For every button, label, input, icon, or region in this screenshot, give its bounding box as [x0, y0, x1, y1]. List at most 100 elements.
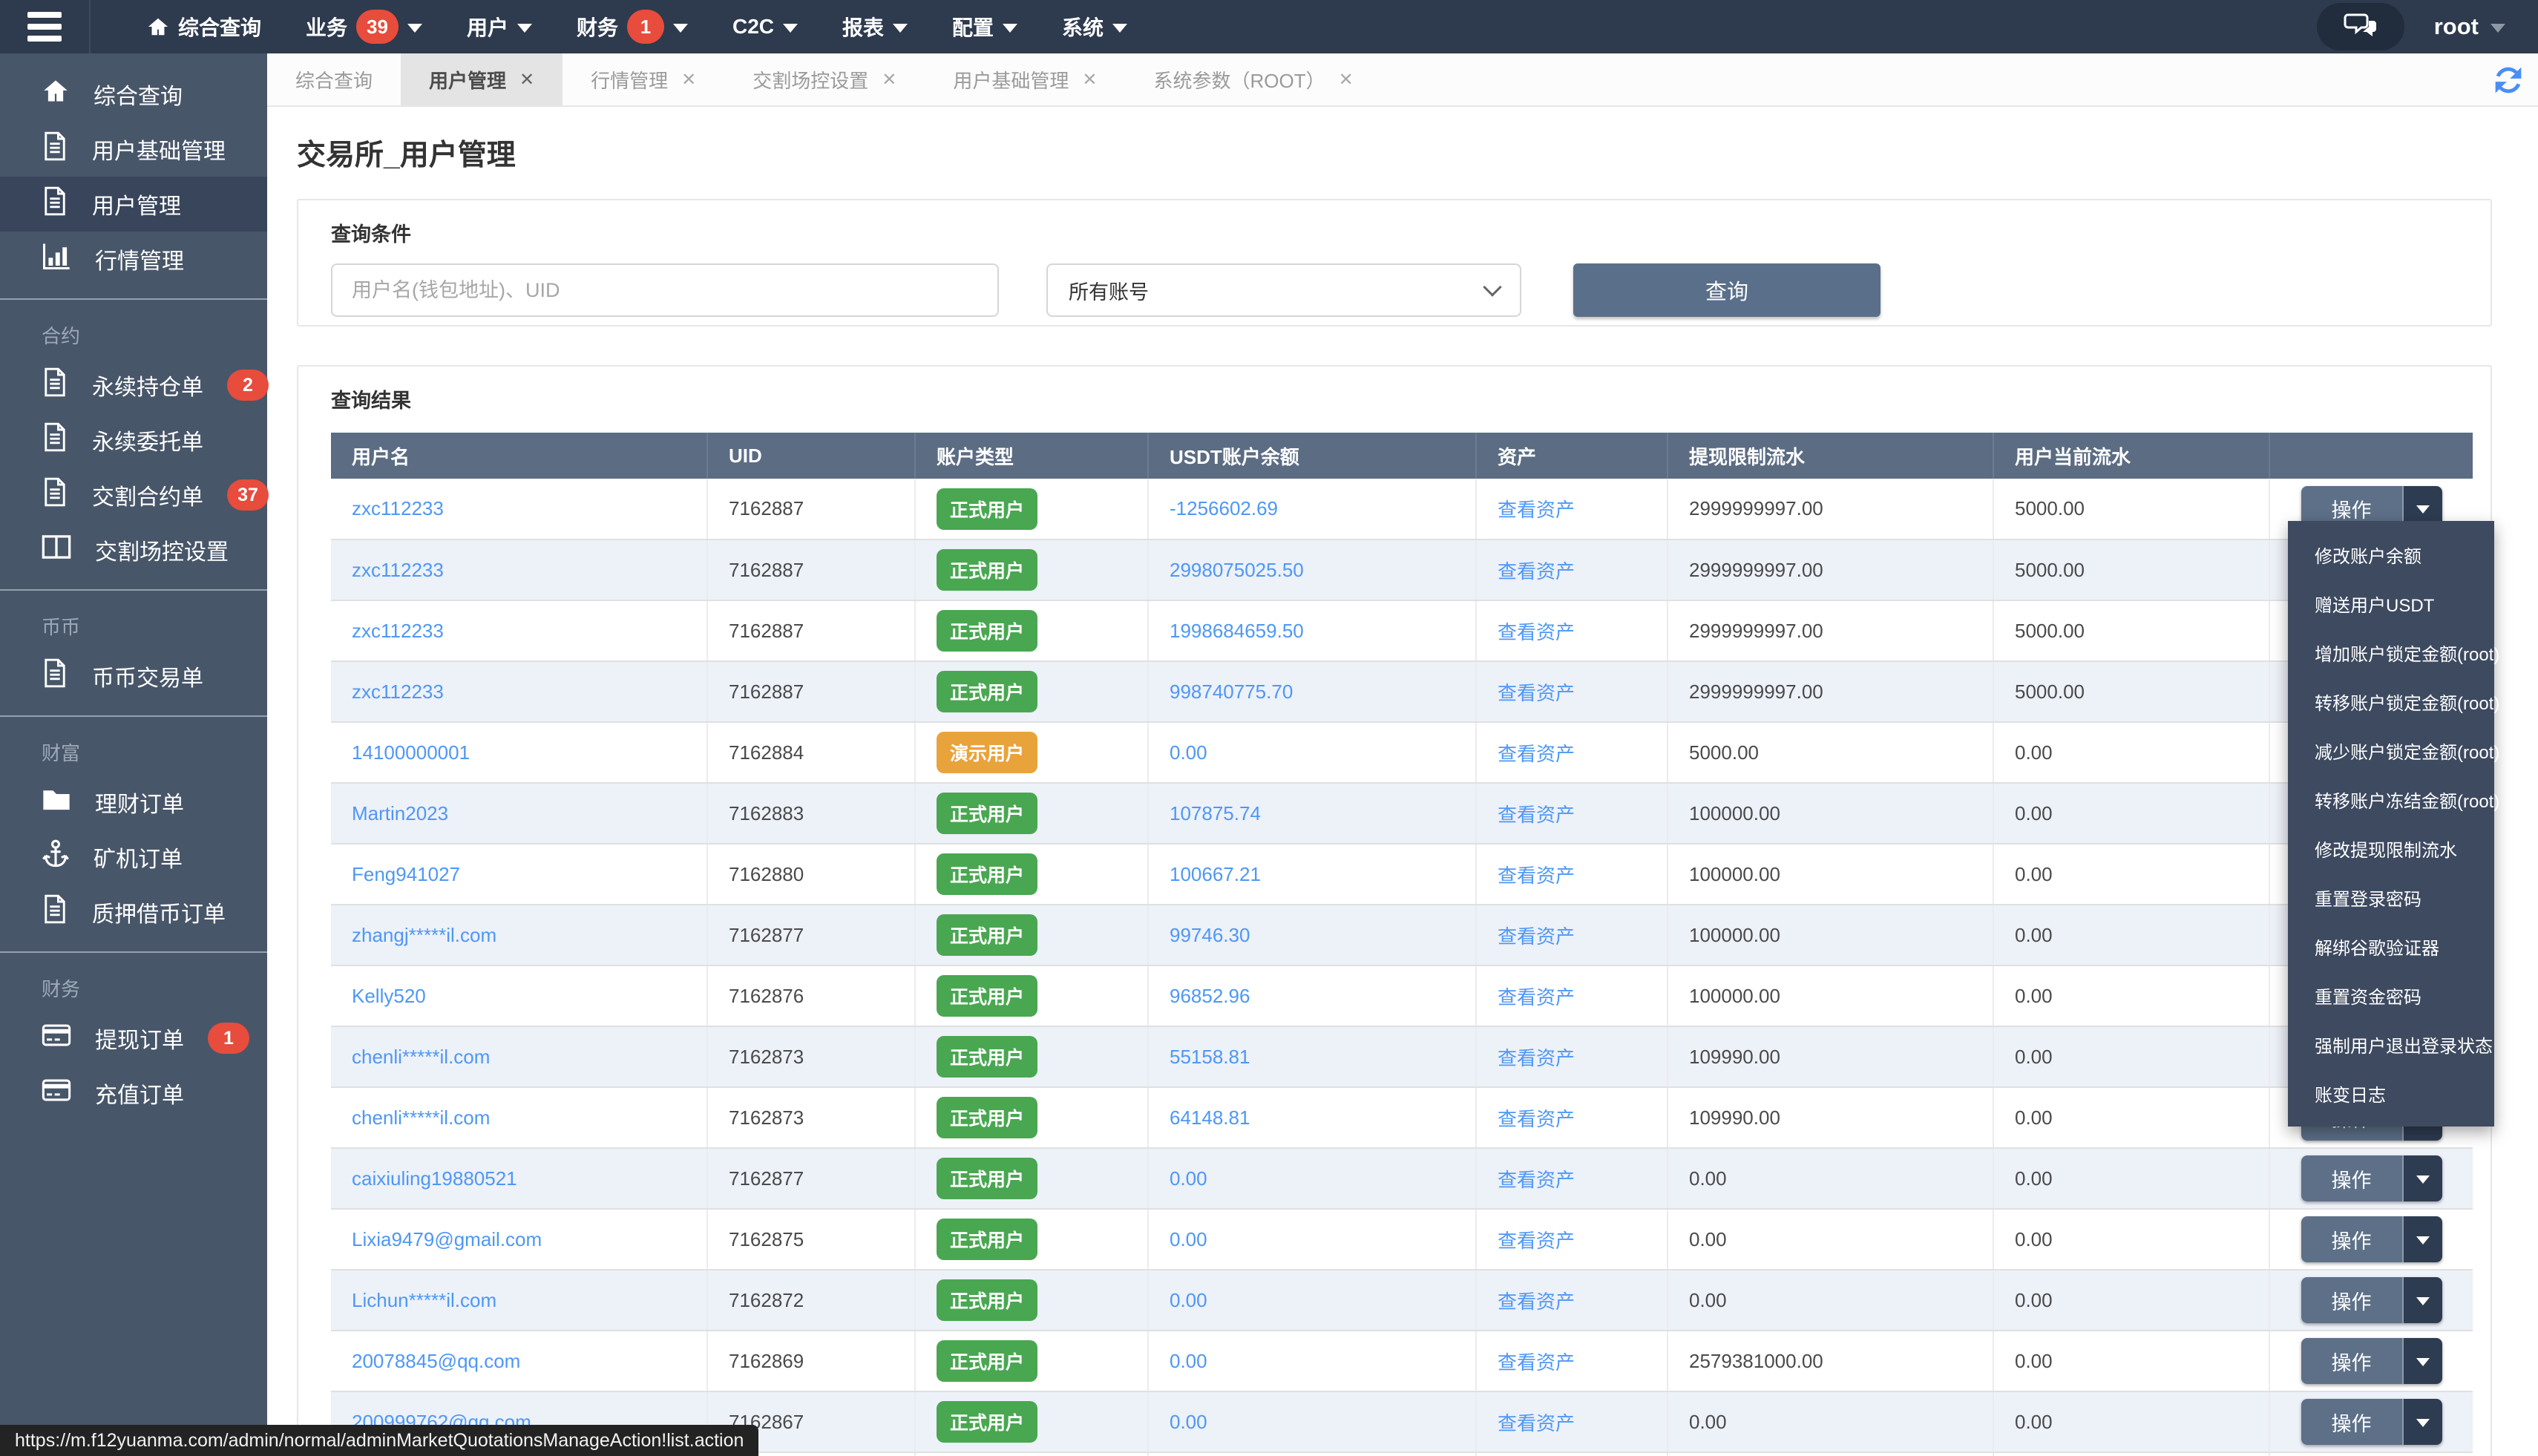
view-assets-link[interactable]: 查看资产 [1498, 499, 1575, 521]
tab[interactable]: 行情管理 ✕ [563, 53, 724, 105]
action-menu-item[interactable]: 修改提现限制流水 [2288, 824, 2494, 873]
usdt-balance-link[interactable]: 100667.21 [1170, 863, 1261, 885]
view-assets-link[interactable]: 查看资产 [1498, 1351, 1575, 1374]
usdt-balance-link[interactable]: 55158.81 [1170, 1046, 1250, 1068]
view-assets-link[interactable]: 查看资产 [1498, 682, 1575, 704]
usdt-balance-link[interactable]: 99746.30 [1170, 924, 1250, 946]
view-assets-link[interactable]: 查看资产 [1498, 743, 1575, 765]
sidebar-item[interactable]: 永续委托单 [0, 413, 267, 468]
usdt-balance-link[interactable]: 0.00 [1170, 1411, 1207, 1433]
user-menu[interactable]: root [2434, 13, 2505, 40]
close-icon[interactable]: ✕ [519, 69, 534, 91]
nav-menu-item[interactable]: 用户 [445, 0, 554, 53]
messages-button[interactable] [2317, 3, 2404, 50]
usdt-balance-link[interactable]: 998740775.70 [1170, 681, 1293, 703]
tab[interactable]: 系统参数（ROOT） ✕ [1126, 53, 1382, 105]
username-link[interactable]: Martin2023 [352, 802, 448, 824]
username-link[interactable]: Lichun*****il.com [352, 1289, 496, 1311]
view-assets-link[interactable]: 查看资产 [1498, 804, 1575, 826]
action-dropdown-toggle[interactable] [2404, 1216, 2442, 1262]
username-link[interactable]: zhangj*****il.com [352, 924, 496, 946]
close-icon[interactable]: ✕ [1082, 69, 1097, 91]
username-link[interactable]: caixiuling19880521 [352, 1167, 517, 1190]
usdt-balance-link[interactable]: 107875.74 [1170, 802, 1261, 824]
usdt-balance-link[interactable]: 1998684659.50 [1170, 620, 1304, 642]
nav-menu-item[interactable]: 系统 [1040, 0, 1150, 53]
usdt-balance-link[interactable]: 64148.81 [1170, 1106, 1250, 1129]
view-assets-link[interactable]: 查看资产 [1498, 865, 1575, 887]
sidebar-item[interactable]: 质押借币订单 [0, 885, 267, 939]
view-assets-link[interactable]: 查看资产 [1498, 1169, 1575, 1191]
action-button-label[interactable]: 操作 [2301, 1277, 2404, 1323]
view-assets-link[interactable]: 查看资产 [1498, 1230, 1575, 1252]
action-menu-item[interactable]: 赠送用户USDT [2288, 579, 2494, 628]
usdt-balance-link[interactable]: 0.00 [1170, 741, 1207, 764]
action-menu-item[interactable]: 账变日志 [2288, 1069, 2494, 1118]
nav-menu-item[interactable]: 财务 1 [554, 0, 710, 53]
username-link[interactable]: 14100000001 [352, 741, 470, 764]
sidebar-item[interactable]: 综合查询 [0, 67, 267, 122]
action-menu-item[interactable]: 增加账户锁定金额(root) [2288, 628, 2494, 677]
action-button-label[interactable]: 操作 [2301, 1338, 2404, 1384]
action-button-label[interactable]: 操作 [2301, 1216, 2404, 1262]
action-split-button[interactable]: 操作 [2301, 1338, 2442, 1384]
action-split-button[interactable]: 操作 [2301, 1399, 2442, 1445]
action-menu-item[interactable]: 转移账户冻结金额(root) [2288, 775, 2494, 824]
username-link[interactable]: Feng941027 [352, 863, 460, 885]
close-icon[interactable]: ✕ [681, 69, 696, 91]
action-menu-item[interactable]: 重置资金密码 [2288, 971, 2494, 1020]
username-link[interactable]: 20078845@qq.com [352, 1350, 520, 1372]
action-split-button[interactable]: 操作 [2301, 1277, 2442, 1323]
nav-menu-item[interactable]: 报表 [820, 0, 930, 53]
view-assets-link[interactable]: 查看资产 [1498, 1047, 1575, 1069]
action-menu-item[interactable]: 减少账户锁定金额(root) [2288, 726, 2494, 775]
action-menu-item[interactable]: 强制用户退出登录状态 [2288, 1020, 2494, 1069]
tab[interactable]: 综合查询 [267, 53, 401, 105]
sidebar-item[interactable]: 用户管理 [0, 177, 267, 232]
search-button[interactable]: 查询 [1573, 263, 1880, 317]
view-assets-link[interactable]: 查看资产 [1498, 560, 1575, 583]
action-button-label[interactable]: 操作 [2301, 1399, 2404, 1445]
action-dropdown-toggle[interactable] [2404, 1155, 2442, 1201]
action-split-button[interactable]: 操作 [2301, 1216, 2442, 1262]
nav-menu-item[interactable]: 业务 39 [283, 0, 445, 53]
action-menu-item[interactable]: 解绑谷歌验证器 [2288, 922, 2494, 971]
sidebar-item[interactable]: 行情管理 [0, 232, 267, 286]
action-split-button[interactable]: 操作 [2301, 1155, 2442, 1201]
username-link[interactable]: zxc112233 [352, 681, 444, 703]
nav-menu-item[interactable]: C2C [710, 0, 820, 53]
keyword-input[interactable] [331, 263, 999, 317]
action-button-label[interactable]: 操作 [2301, 1155, 2404, 1201]
sidebar-item[interactable]: 矿机订单 [0, 830, 267, 885]
action-dropdown-toggle[interactable] [2404, 1338, 2442, 1384]
usdt-balance-link[interactable]: 0.00 [1170, 1228, 1207, 1250]
nav-menu-item[interactable]: 配置 [930, 0, 1040, 53]
sidebar-item[interactable]: 理财订单 [0, 775, 267, 830]
action-menu-item[interactable]: 转移账户锁定金额(root) [2288, 677, 2494, 726]
view-assets-link[interactable]: 查看资产 [1498, 1412, 1575, 1434]
view-assets-link[interactable]: 查看资产 [1498, 621, 1575, 643]
sidebar-item[interactable]: 充值订单 [0, 1066, 267, 1121]
action-dropdown-toggle[interactable] [2404, 1399, 2442, 1445]
sidebar-item[interactable]: 交割合约单 37 [0, 468, 267, 522]
username-link[interactable]: Kelly520 [352, 985, 426, 1007]
username-link[interactable]: chenli*****il.com [352, 1046, 490, 1068]
close-icon[interactable]: ✕ [882, 69, 896, 91]
usdt-balance-link[interactable]: 0.00 [1170, 1350, 1207, 1372]
usdt-balance-link[interactable]: -1256602.69 [1170, 497, 1278, 519]
usdt-balance-link[interactable]: 0.00 [1170, 1167, 1207, 1190]
username-link[interactable]: zxc112233 [352, 559, 444, 581]
sidebar-item[interactable]: 币币交易单 [0, 649, 267, 704]
account-type-select[interactable]: 所有账号 [1046, 263, 1521, 317]
tab[interactable]: 交割场控设置 ✕ [724, 53, 925, 105]
nav-menu-item[interactable]: 综合查询 [125, 0, 283, 53]
action-menu-item[interactable]: 修改账户余额 [2288, 530, 2494, 579]
usdt-balance-link[interactable]: 2998075025.50 [1170, 559, 1304, 581]
username-link[interactable]: zxc112233 [352, 620, 444, 642]
view-assets-link[interactable]: 查看资产 [1498, 1108, 1575, 1130]
view-assets-link[interactable]: 查看资产 [1498, 925, 1575, 948]
sidebar-item[interactable]: 永续持仓单 2 [0, 358, 267, 413]
username-link[interactable]: Lixia9479@gmail.com [352, 1228, 542, 1250]
refresh-button[interactable] [2489, 61, 2528, 99]
sidebar-item[interactable]: 交割场控设置 [0, 522, 267, 577]
